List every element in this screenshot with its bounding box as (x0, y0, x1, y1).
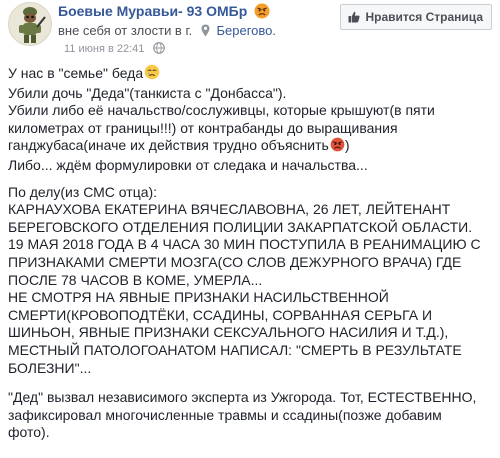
page-avatar[interactable] (8, 2, 52, 46)
post-header: Боевые Муравьи- 93 ОМБр вне себя от злос… (8, 2, 492, 57)
post-text: У нас в "семье" беда Убили дочь "Деда"(т… (8, 64, 494, 442)
post-line: БЕРЕГОВСКОГО ОТДЕЛЕНИЯ ПОЛИЦИИ ЗАКАРПАТС… (8, 218, 473, 235)
post-line: БОЛЕЗНИ"... (8, 359, 92, 376)
post-line: У нас в "семье" беда (8, 64, 494, 85)
page-name-line: Боевые Муравьи- 93 ОМБр (58, 3, 270, 22)
post-line: "Дед" вызвал независимого эксперта из Уж… (8, 389, 477, 406)
post-line: МЕСТНЫЙ ПАТОЛОГОАНАТОМ НАПИСАЛ: "СМЕРТЬ … (8, 341, 462, 358)
page-name-link[interactable]: Боевые Муравьи- 93 ОМБр (58, 3, 247, 19)
post-line: 19 МАЯ 2018 ГОДА В 4 ЧАСА 30 МИН ПОСТУПИ… (8, 236, 481, 253)
post-line: Убили либо её начальство/сослуживцы, кот… (8, 102, 435, 119)
feeling-text: вне себя от злости в г. (58, 23, 193, 38)
post-line: ПРИЗНАКАМИ СМЕРТИ МОЗГА(СО СЛОВ ДЕЖУРНОГ… (8, 253, 462, 270)
post-line: ганджубаса(иначе их действия трудно объя… (8, 137, 494, 157)
like-page-button[interactable]: Нравится Страница (340, 4, 492, 30)
angry-face-icon (254, 3, 270, 22)
post-line: километрах от границы!!!) от контрабанды… (8, 119, 398, 136)
post-line: зафиксировал многочисленные травмы и сса… (8, 406, 442, 423)
post-line: По делу(из СМС отца): (8, 183, 158, 200)
crying-face-icon (144, 64, 160, 85)
location-link[interactable]: Берегово. (216, 23, 276, 38)
post-timestamp[interactable]: 11 июня в 22:41 (64, 43, 144, 55)
facebook-post: Боевые Муравьи- 93 ОМБр вне себя от злос… (0, 0, 500, 458)
post-line: ШИНЬОН, ЯВНЫЕ ПРИЗНАКИ СЕКСУАЛЬНОГО НАСИ… (8, 324, 449, 341)
feeling-location-line: вне себя от злости в г. Берегово. (58, 23, 276, 40)
angry-face-icon (330, 137, 345, 157)
post-meta: 11 июня в 22:41 (64, 42, 166, 57)
post-line: ПОСЛЕ 78 ЧАСОВ В КОМЕ, УМЕРЛА... (8, 271, 263, 288)
post-line: НЕ СМОТРЯ НА ЯВНЫЕ ПРИЗНАКИ НАСИЛЬСТВЕНН… (8, 289, 389, 306)
like-page-label: Нравится Страница (365, 10, 483, 24)
map-pin-icon (201, 24, 210, 40)
globe-icon[interactable] (153, 42, 166, 57)
post-line: Убили дочь "Деда"(танкиста с "Донбасса")… (8, 84, 287, 101)
thumbs-up-icon (348, 11, 361, 23)
post-line: фото). (8, 424, 50, 441)
post-line: СМЕРТИ(КРОВОПОДТЁКИ, ССАДИНЫ, СОРВАННАЯ … (8, 306, 433, 323)
post-line: Либо... ждём формулировки от следака и н… (8, 156, 368, 173)
post-line: КАРНАУХОВА ЕКАТЕРИНА ВЯЧЕСЛАВОВНА, 26 ЛЕ… (8, 201, 451, 218)
soldier-ant-avatar-image (9, 3, 51, 45)
